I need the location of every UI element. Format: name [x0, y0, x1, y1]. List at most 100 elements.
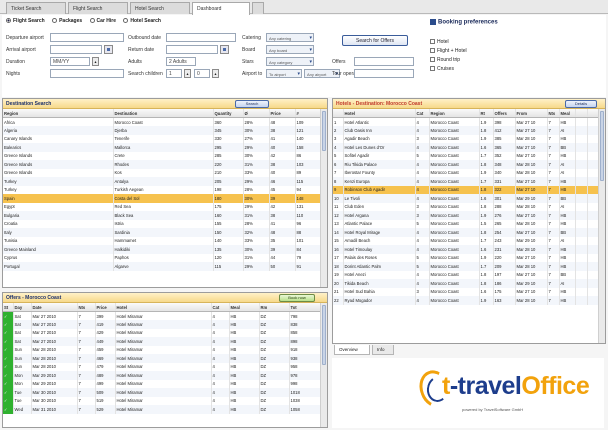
table-row[interactable]: 4 Hotel Les Dunes d'Or 4 Morocco Coast 1.6 36… — [333, 143, 599, 152]
tab-hotel-search[interactable]: Hotel Search — [130, 2, 190, 14]
table-row[interactable]: Greece Mainland Halkidiki 135 30% 39 84 — [3, 245, 321, 254]
offers-scrollbar[interactable] — [320, 303, 327, 427]
table-row[interactable]: 18 Dorint Atlantic Palm 5 Morocco Coast 1.7 2… — [333, 262, 599, 271]
column-header[interactable]: Nts — [77, 303, 96, 312]
column-header[interactable]: Hotel — [115, 303, 212, 312]
table-row[interactable]: 17 Palais des Roses 5 Morocco Coast 1.9 220 Ma… — [333, 253, 599, 262]
duration-input[interactable]: MM/YY — [50, 57, 90, 66]
table-row[interactable]: ✓ Sat Mar 27 2010 7 419 Hotel Miramar 4 HB DZ 838 — [3, 320, 321, 329]
departure-airport-input[interactable] — [50, 33, 124, 42]
table-row[interactable]: 15 Amadil Beach 4 Morocco Coast 1.7 243 Mar 29… — [333, 236, 599, 245]
column-header[interactable]: Offers — [493, 109, 516, 118]
table-row[interactable]: ✓ Sun Mar 28 2010 7 459 Hotel Miramar 4 HB DZ 918 — [3, 345, 321, 354]
table-row[interactable]: Croatia Istria 155 28% 41 96 — [3, 219, 321, 228]
radio-packages[interactable]: Packages — [52, 18, 82, 24]
column-header[interactable]: # — [295, 109, 321, 118]
column-header[interactable]: Region — [429, 109, 480, 118]
scroll-thumb[interactable] — [600, 111, 604, 181]
column-header[interactable]: Price — [269, 109, 296, 118]
column-header[interactable]: Cat — [211, 303, 230, 312]
spinner-icon[interactable]: ▴ — [212, 69, 219, 78]
pref-flight-hotel[interactable]: Flight + Hotel — [430, 48, 467, 54]
spinner-icon[interactable]: ▴ — [92, 57, 99, 66]
column-header[interactable]: Destination — [113, 109, 214, 118]
tab-new[interactable] — [252, 2, 264, 14]
table-row[interactable]: 19 Hotel Anezi 4 Morocco Coast 1.8 197 Mar 27 … — [333, 270, 599, 279]
table-row[interactable]: 7 Iberostar Founty 4 Morocco Coast 1.9 340 Mar… — [333, 168, 599, 177]
pref-round-trip[interactable]: Round trip — [430, 57, 460, 63]
table-row[interactable]: Spain Costa del Sol 180 30% 39 148 — [3, 194, 321, 203]
radio-car-hire[interactable]: Car Hire — [89, 18, 116, 24]
table-row[interactable]: ✓ Tue Mar 30 2010 7 509 Hotel Miramar 4 HB DZ 101… — [3, 388, 321, 397]
table-row[interactable]: Greece Islands Kos 210 33% 40 89 — [3, 168, 321, 177]
column-header[interactable]: Day — [13, 303, 32, 312]
touroperator-input[interactable] — [354, 69, 414, 78]
offers-input[interactable] — [354, 57, 414, 66]
table-row[interactable]: ✓ Mon Mar 29 2010 7 499 Hotel Miramar 4 HB DZ 998 — [3, 379, 321, 388]
table-row[interactable]: 22 Ryad Mogador 4 Morocco Coast 1.9 163 Mar 28… — [333, 296, 599, 305]
table-row[interactable]: ✓ Sun Mar 28 2010 7 469 Hotel Miramar 4 HB DZ 938 — [3, 354, 321, 363]
column-header[interactable]: Meal — [229, 303, 260, 312]
pref-hotel[interactable]: Hotel — [430, 39, 449, 45]
table-row[interactable]: 14 Hotel Royal Mirage 4 Morocco Coast 1.8 254… — [333, 228, 599, 237]
table-row[interactable]: Greece Islands Crete 285 30% 42 86 — [3, 151, 321, 160]
spinner-icon[interactable]: ▴ — [184, 69, 191, 78]
table-row[interactable]: 13 Atlantic Palace 5 Morocco Coast 1.5 265 Mar… — [333, 219, 599, 228]
children-input[interactable]: 1 — [166, 69, 182, 78]
table-row[interactable]: 5 Sofitel Agadir 5 Morocco Coast 1.7 352 Mar 2… — [333, 151, 599, 160]
table-row[interactable]: Portugal Algarve 115 29% 50 91 — [3, 262, 321, 271]
table-row[interactable]: Tunisia Hammamet 140 33% 35 101 — [3, 236, 321, 245]
hotel-details-button[interactable]: Details — [565, 100, 597, 108]
table-row[interactable]: 2 Club Oasis Inn 4 Morocco Coast 1.8 412 Mar 2… — [333, 126, 599, 135]
stars-select[interactable]: Any category — [266, 57, 314, 66]
column-header[interactable] — [575, 109, 588, 118]
travel-date-input[interactable] — [166, 33, 236, 42]
radio-hotel[interactable]: Hotel Search — [123, 18, 161, 24]
table-row[interactable]: Cyprus Paphos 120 31% 44 79 — [3, 253, 321, 262]
column-header[interactable]: Rm — [259, 303, 290, 312]
table-row[interactable]: ✓ Sat Mar 27 2010 7 429 Hotel Miramar 4 HB DZ 858 — [3, 328, 321, 337]
calendar-icon[interactable] — [104, 45, 113, 54]
return-date-input[interactable] — [166, 45, 218, 54]
column-header[interactable]: Tot — [289, 303, 321, 312]
column-header[interactable]: Meal — [559, 109, 576, 118]
board-select[interactable]: Any board — [266, 45, 314, 54]
pref-cruises[interactable]: Cruises — [430, 66, 454, 72]
tab-dashboard[interactable]: Dashboard — [192, 2, 250, 15]
tab-overview[interactable]: Overview — [334, 345, 370, 355]
column-header[interactable]: St — [3, 303, 14, 312]
book-now-button[interactable]: Book now — [279, 294, 315, 302]
infants-input[interactable]: 0 — [194, 69, 210, 78]
table-row[interactable]: Algeria Djerba 345 30% 38 121 — [3, 126, 321, 135]
column-header[interactable]: Ø — [243, 109, 270, 118]
table-row[interactable]: ✓ Sun Mar 28 2010 7 479 Hotel Miramar 4 HB DZ 958 — [3, 362, 321, 371]
search-offers-button[interactable]: Search for Offers — [342, 35, 408, 46]
table-row[interactable]: 16 Hotel Timoulay 4 Morocco Coast 1.6 231 Mar … — [333, 245, 599, 254]
table-row[interactable]: 8 Kenzi Europa 4 Morocco Coast 1.7 331 Mar 27 … — [333, 177, 599, 186]
column-header[interactable]: Rt — [479, 109, 494, 118]
table-row[interactable]: ✓ Sat Mar 27 2010 7 449 Hotel Miramar 4 HB DZ 898 — [3, 337, 321, 346]
column-header[interactable]: Region — [3, 109, 114, 118]
column-header[interactable]: Quantity — [213, 109, 244, 118]
destination-scrollbar[interactable] — [320, 109, 327, 287]
table-row[interactable]: 10 Le Tivoli 4 Morocco Coast 1.6 301 Mar 29 10… — [333, 194, 599, 203]
hotels-scrollbar[interactable] — [598, 109, 605, 343]
table-row[interactable]: Italy Sardinia 150 32% 48 88 — [3, 228, 321, 237]
table-row[interactable]: 21 Hotel Sud Bahia 3 Morocco Coast 1.6 175 Mar… — [333, 287, 599, 296]
table-row[interactable]: 6 Riu Tikida Palace 4 Morocco Coast 1.8 348 Ma… — [333, 160, 599, 169]
table-row[interactable]: Turkey Turkish Aegean 198 28% 45 94 — [3, 185, 321, 194]
column-header[interactable]: Cat — [415, 109, 430, 118]
column-header[interactable]: Hotel — [343, 109, 416, 118]
column-header[interactable] — [333, 109, 344, 118]
table-row[interactable]: 11 Club Eden 3 Morocco Coast 1.8 288 Mar 28 10… — [333, 202, 599, 211]
table-row[interactable]: Africa Morocco Coast 360 28% 48 109 — [3, 117, 321, 126]
tab-ticket-search[interactable]: Ticket Search — [6, 2, 66, 14]
column-header[interactable]: Nts — [547, 109, 560, 118]
table-row[interactable]: 20 Tikida Beach 4 Morocco Coast 1.8 186 Mar 29… — [333, 279, 599, 288]
adults-input[interactable]: 2 Adults — [166, 57, 196, 66]
column-header[interactable]: Price — [95, 303, 116, 312]
table-row[interactable]: ✓ Tue Mar 30 2010 7 519 Hotel Miramar 4 HB DZ 103… — [3, 396, 321, 405]
column-header[interactable]: From — [515, 109, 548, 118]
scroll-thumb[interactable] — [322, 305, 326, 365]
catering-select[interactable]: Any catering — [266, 33, 314, 42]
